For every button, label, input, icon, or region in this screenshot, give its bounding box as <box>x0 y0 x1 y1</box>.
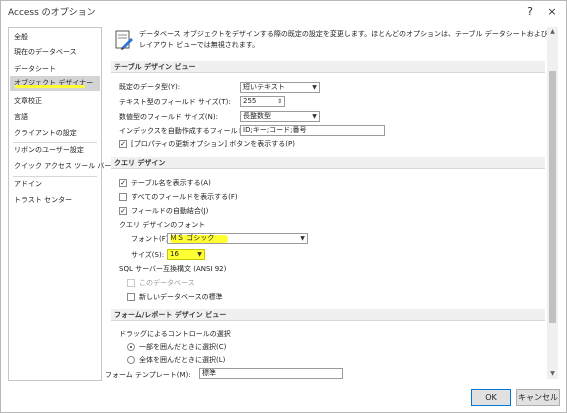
window-title: Access のオプション <box>8 8 96 18</box>
full-enclose-label: 全体を囲んだときに選択(L) <box>139 356 226 364</box>
query-font-value: ＭＳ ゴシック <box>170 234 215 242</box>
this-database-checkbox[interactable] <box>127 279 135 287</box>
sidebar-item-object-designers[interactable]: オブジェクト デザイナー <box>10 76 100 91</box>
spin-icon: ⇕ <box>276 98 283 105</box>
show-table-names-label: テーブル名を表示する(A) <box>131 179 211 187</box>
full-enclose-radio[interactable] <box>127 356 135 364</box>
query-font-label: フォント(F): <box>131 235 171 243</box>
options-panel: データベース オブジェクトをデザインする際の既定の設定を変更します。ほとんどのオ… <box>105 27 559 379</box>
section-query-design: クエリ デザイン <box>111 157 545 169</box>
property-update-checkbox[interactable]: ✓ <box>119 140 127 148</box>
options-scrollbar[interactable]: ▲ ▼ <box>547 27 558 379</box>
chevron-down-icon: ▼ <box>197 251 202 258</box>
partial-enclose-label: 一部を囲んだときに選択(C) <box>139 343 227 351</box>
sidebar-item-quick-access-toolbar[interactable]: クイック アクセス ツール バー <box>10 159 111 174</box>
sidebar-item-language[interactable]: 言語 <box>10 110 100 125</box>
scroll-down-icon[interactable]: ▼ <box>547 369 558 379</box>
autoindex-input[interactable]: ID;キー;コード;番号 <box>240 125 385 136</box>
sidebar-item-add-ins[interactable]: アドイン <box>10 177 100 192</box>
scroll-up-icon[interactable]: ▲ <box>547 27 558 37</box>
auto-join-label: フィールドの自動結合(J) <box>131 207 209 215</box>
scroll-thumb[interactable] <box>549 71 556 323</box>
this-database-label: このデータベース <box>139 279 195 287</box>
selection-highlight-mark <box>15 85 85 88</box>
new-database-default-checkbox[interactable] <box>127 293 135 301</box>
query-font-group-label: クエリ デザインのフォント <box>119 221 206 229</box>
query-font-dropdown[interactable]: ＭＳ ゴシック ▼ <box>167 233 308 244</box>
chevron-down-icon: ▼ <box>312 84 317 91</box>
title-bar: Access のオプション ? × <box>1 1 566 23</box>
autoindex-label: インデックスを自動作成するフィールド(I): <box>119 127 255 135</box>
number-size-label: 数値型のフィールド サイズ(N): <box>119 113 218 121</box>
partial-enclose-radio[interactable] <box>127 343 135 351</box>
number-size-value: 長整数型 <box>243 112 271 120</box>
auto-join-checkbox[interactable]: ✓ <box>119 207 127 215</box>
sql-syntax-label: SQL サーバー互換構文 (ANSI 92) <box>119 265 227 273</box>
sidebar-item-datasheet[interactable]: データシート <box>10 62 100 77</box>
design-icon <box>115 30 133 50</box>
default-type-value: 短いテキスト <box>243 83 285 91</box>
sidebar-item-customize-ribbon[interactable]: リボンのユーザー設定 <box>10 143 100 158</box>
form-template-label: フォーム テンプレート(M): <box>105 371 191 379</box>
show-table-names-checkbox[interactable]: ✓ <box>119 179 127 187</box>
intro-text: データベース オブジェクトをデザインする際の既定の設定を変更します。ほとんどのオ… <box>139 30 548 49</box>
section-forms-reports: フォーム/レポート デザイン ビュー <box>111 309 545 321</box>
options-dialog: Access のオプション ? × 全般 現在のデータベース データシート オブ… <box>0 0 567 413</box>
sidebar: 全般 現在のデータベース データシート オブジェクト デザイナー 文章校正 言語… <box>8 27 111 381</box>
sidebar-item-general[interactable]: 全般 <box>10 30 100 45</box>
form-template-input[interactable]: 標準 <box>199 368 343 379</box>
text-size-spinner[interactable]: 255 ⇕ <box>240 96 285 107</box>
cancel-button[interactable]: キャンセル <box>516 389 560 406</box>
property-update-label: [プロパティの更新オプション] ボタンを表示する(P) <box>131 140 295 148</box>
query-size-label: サイズ(S): <box>131 251 165 259</box>
default-type-dropdown[interactable]: 短いテキスト ▼ <box>240 82 320 93</box>
chevron-down-icon: ▼ <box>300 235 305 242</box>
ok-button[interactable]: OK <box>471 389 511 406</box>
number-size-dropdown[interactable]: 長整数型 ▼ <box>240 111 320 122</box>
output-all-fields-checkbox[interactable] <box>119 193 127 201</box>
default-type-label: 既定のデータ型(Y): <box>119 83 181 91</box>
close-icon[interactable]: × <box>543 4 561 20</box>
sidebar-item-current-database[interactable]: 現在のデータベース <box>10 45 100 60</box>
output-all-fields-label: すべてのフィールドを表示する(F) <box>131 193 238 201</box>
new-database-default-label: 新しいデータベースの標準 <box>139 293 223 301</box>
sidebar-item-trust-center[interactable]: トラスト センター <box>10 193 100 208</box>
help-icon[interactable]: ? <box>521 4 539 20</box>
sidebar-item-client-settings[interactable]: クライアントの設定 <box>10 126 100 141</box>
text-size-value: 255 <box>243 97 257 105</box>
query-size-dropdown[interactable]: 16 ▼ <box>167 249 205 260</box>
query-size-value: 16 <box>170 250 179 258</box>
sidebar-item-proofing[interactable]: 文章校正 <box>10 94 100 109</box>
section-table-design: テーブル デザイン ビュー <box>111 61 545 73</box>
drag-selection-label: ドラッグによるコントロールの選択 <box>119 330 231 338</box>
text-size-label: テキスト型のフィールド サイズ(T): <box>119 98 231 106</box>
chevron-down-icon: ▼ <box>312 113 317 120</box>
radio-dot <box>130 346 132 348</box>
